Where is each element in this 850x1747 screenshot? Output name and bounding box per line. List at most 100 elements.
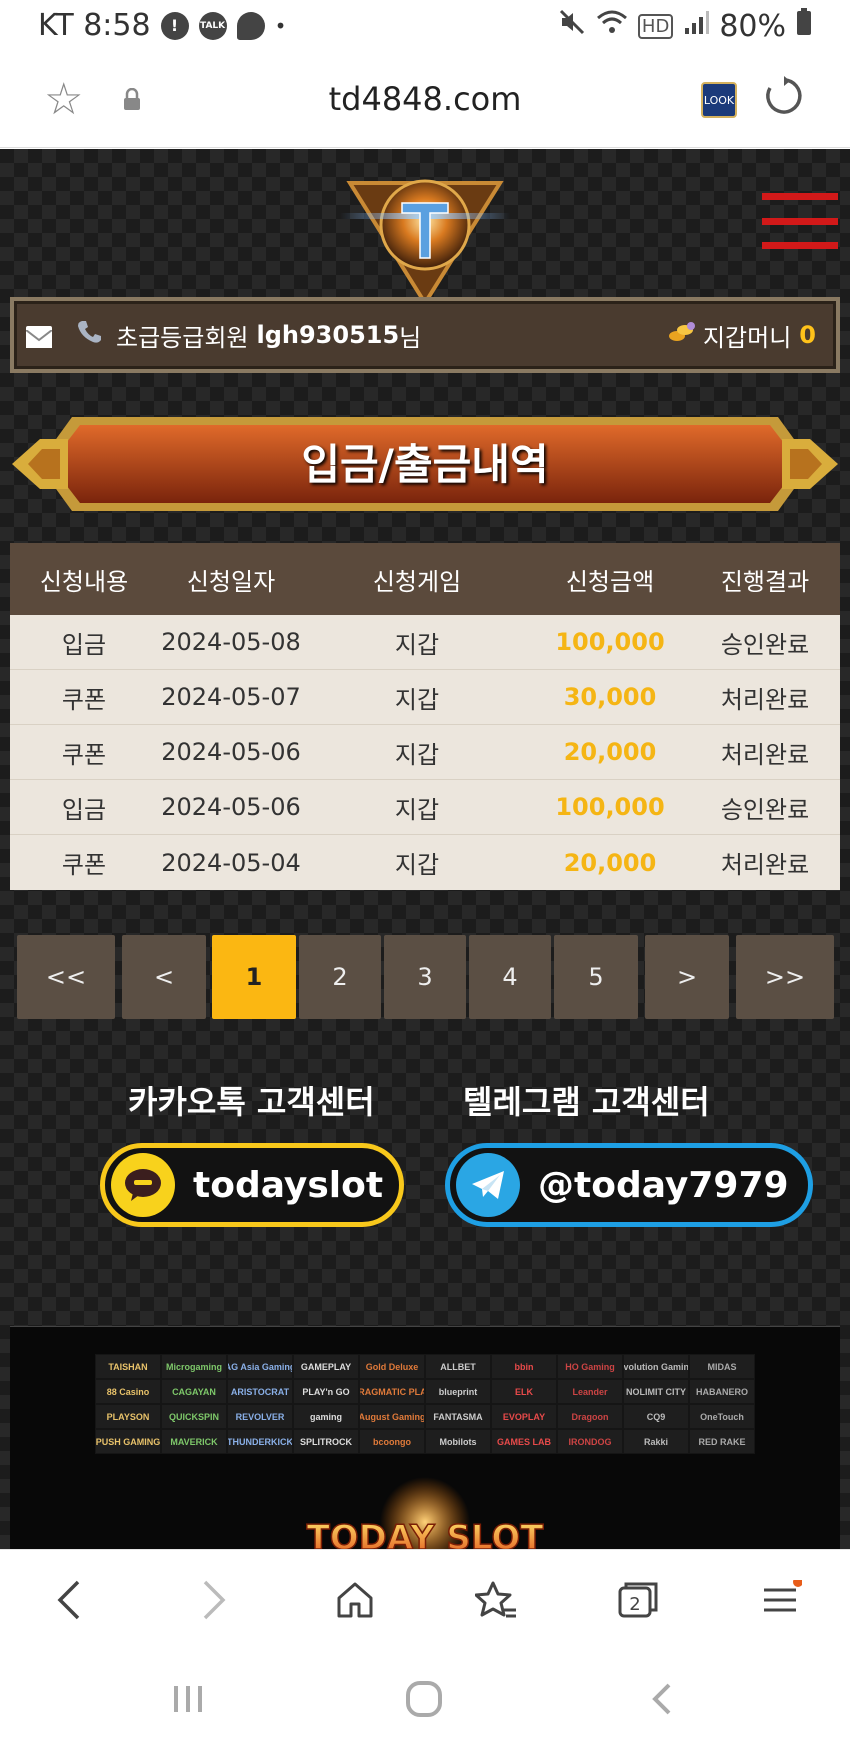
forward-icon[interactable]	[186, 1572, 242, 1628]
cell-amount: 100,000	[555, 793, 665, 821]
provider-logo: Leander	[557, 1379, 623, 1404]
provider-logo: PUSH GAMING	[95, 1429, 161, 1454]
page-3-button[interactable]: 3	[384, 935, 466, 1019]
page-first-button[interactable]: <<	[17, 935, 115, 1019]
webpage-content: 초급등급회원 lgh930515 님 지갑머니 0 입금/출금내역 신청내용 신…	[0, 149, 850, 1549]
menu-icon[interactable]	[752, 1572, 808, 1628]
site-logo[interactable]	[340, 163, 510, 313]
mail-icon[interactable]	[25, 326, 53, 348]
battery-icon	[796, 8, 812, 44]
provider-logo: ARISTOCRAT	[227, 1379, 293, 1404]
tabs-icon[interactable]: 2	[610, 1572, 666, 1628]
provider-logo: MIDAS	[689, 1354, 755, 1379]
provider-logo: CAGAYAN	[161, 1379, 227, 1404]
page-prev-button[interactable]: <	[122, 935, 206, 1019]
telegram-support-button[interactable]: @today7979	[445, 1143, 813, 1227]
table-header: 신청내용 신청일자 신청게임 신청금액 진행결과	[10, 543, 840, 615]
table-row: 쿠폰 2024-05-07 지갑 30,000 처리완료	[10, 670, 840, 725]
telegram-support-label: 텔레그램 고객센터	[463, 1083, 710, 1121]
kakao-support-label: 카카오톡 고객센터	[128, 1083, 375, 1121]
provider-logo: THUNDERKICK	[227, 1429, 293, 1454]
provider-logo: HABANERO	[689, 1379, 755, 1404]
header-amount: 신청금액	[565, 567, 655, 596]
provider-logo: GAMEPLAY	[293, 1354, 359, 1379]
provider-logo: MAVERICK	[161, 1429, 227, 1454]
provider-logo: OneTouch	[689, 1404, 755, 1429]
home-circle-icon[interactable]	[402, 1677, 446, 1721]
reload-icon[interactable]	[764, 76, 804, 124]
browser-address-bar: ☆ td4848.com LOOK	[0, 52, 850, 148]
cell-game: 지갑	[394, 795, 440, 824]
provider-logo: GAMES LAB	[491, 1429, 557, 1454]
cell-status: 처리완료	[720, 740, 810, 769]
talk-icon: TALK	[198, 11, 227, 40]
page-4-button[interactable]: 4	[469, 935, 551, 1019]
cell-date: 2024-05-04	[161, 848, 301, 877]
provider-logo: Evolution Gaming	[623, 1354, 689, 1379]
cell-type: 쿠폰	[61, 685, 107, 714]
recent-apps-icon[interactable]	[166, 1677, 210, 1721]
provider-logo: HO Gaming	[557, 1354, 623, 1379]
signal-icon	[683, 9, 710, 44]
browser-toolbar: 2	[0, 1549, 850, 1647]
page-1-button[interactable]: 1	[212, 935, 296, 1019]
cell-status: 처리완료	[720, 851, 810, 879]
status-right: HD 80%	[558, 8, 812, 44]
table-body: 입금 2024-05-08 지갑 100,000 승인완료 쿠폰 2024-05…	[10, 615, 840, 890]
cell-amount: 30,000	[563, 683, 657, 711]
cell-date: 2024-05-06	[161, 793, 301, 821]
provider-logo: Rakki	[623, 1429, 689, 1454]
footer-logo: TODAY SLOT	[306, 1477, 545, 1549]
menu-line	[762, 193, 838, 200]
provider-logo: ALLBET	[425, 1354, 491, 1379]
tabs-count: 2	[629, 1594, 640, 1615]
username-suffix: 님	[399, 323, 422, 352]
provider-logo: IRONDOG	[557, 1429, 623, 1454]
user-info-bar: 초급등급회원 lgh930515 님 지갑머니 0	[10, 297, 840, 373]
back-icon[interactable]	[41, 1572, 97, 1628]
page-2-button[interactable]: 2	[299, 935, 381, 1019]
header-date: 신청일자	[186, 567, 276, 596]
cell-game: 지갑	[394, 740, 440, 769]
status-bar: KT 8:58 ! TALK • HD 80%	[0, 0, 850, 52]
provider-logo: 88 Casino	[95, 1379, 161, 1404]
phone-icon[interactable]	[76, 319, 102, 351]
page-last-button[interactable]: >>	[736, 935, 834, 1019]
provider-logo: blueprint	[425, 1379, 491, 1404]
page-5-button[interactable]: 5	[554, 935, 638, 1019]
cell-type: 쿠폰	[61, 740, 107, 769]
provider-logo: EVOPLAY	[491, 1404, 557, 1429]
kakao-support-button[interactable]: todayslot	[100, 1143, 404, 1227]
provider-logo: PLAYSON	[95, 1404, 161, 1429]
system-back-icon[interactable]	[640, 1677, 684, 1721]
page-next-button[interactable]: >	[645, 935, 729, 1019]
mute-icon	[558, 8, 586, 44]
cell-date: 2024-05-07	[161, 683, 301, 711]
cell-game: 지갑	[394, 685, 440, 714]
cell-game: 지갑	[394, 630, 440, 659]
header-type: 신청내용	[39, 567, 129, 596]
menu-line	[762, 242, 838, 249]
site-menu-button[interactable]	[762, 193, 838, 249]
wallet-money-value: 0	[799, 321, 816, 349]
provider-logo: bbin	[491, 1354, 557, 1379]
kakao-id: todayslot	[193, 1164, 384, 1206]
home-icon[interactable]	[327, 1572, 383, 1628]
wifi-icon	[596, 8, 628, 44]
status-left: KT 8:58 ! TALK •	[38, 8, 286, 43]
battery-percent: 80%	[719, 8, 786, 44]
alert-icon: !	[160, 11, 189, 40]
provider-logo: ELK	[491, 1379, 557, 1404]
table-row: 입금 2024-05-06 지갑 100,000 승인완료	[10, 780, 840, 835]
provider-logo: August Gaming	[359, 1404, 425, 1429]
telegram-id: @today7979	[538, 1164, 789, 1206]
cell-amount: 20,000	[563, 848, 657, 877]
carrier-time: KT 8:58	[38, 8, 151, 43]
cell-date: 2024-05-06	[161, 738, 301, 766]
bookmarks-icon[interactable]	[468, 1572, 524, 1628]
header-game: 신청게임	[372, 567, 462, 596]
kakao-icon	[111, 1153, 175, 1217]
provider-logo: gaming	[293, 1404, 359, 1429]
look-extension-icon[interactable]: LOOK	[701, 82, 737, 118]
provider-logo: RED RAKE	[689, 1429, 755, 1454]
